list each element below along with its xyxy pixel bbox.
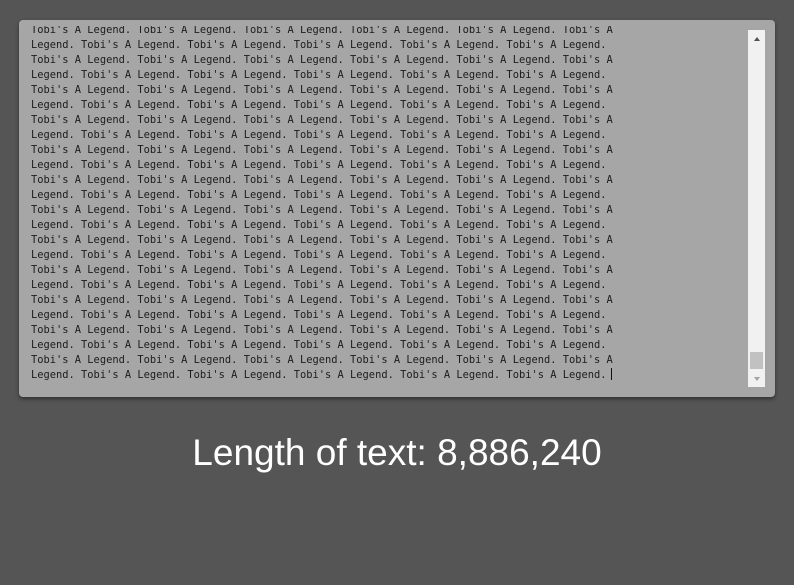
textarea-line-text: Tobi's A Legend. Tobi's A Legend. Tobi's…: [31, 264, 613, 276]
textarea-line-text: Tobi's A Legend. Tobi's A Legend. Tobi's…: [31, 174, 613, 186]
textarea-line-text: Legend. Tobi's A Legend. Tobi's A Legend…: [31, 369, 607, 381]
scroll-down-button[interactable]: [748, 370, 765, 387]
scroll-thumb[interactable]: [750, 352, 763, 369]
textarea-line: Legend. Tobi's A Legend. Tobi's A Legend…: [31, 308, 613, 323]
textarea-line-text: Tobi's A Legend. Tobi's A Legend. Tobi's…: [31, 144, 613, 156]
textarea-line-text: Legend. Tobi's A Legend. Tobi's A Legend…: [31, 309, 607, 321]
textarea-line: Tobi's A Legend. Tobi's A Legend. Tobi's…: [31, 263, 613, 278]
scroll-down-icon: [753, 376, 760, 381]
textarea-line-text: Legend. Tobi's A Legend. Tobi's A Legend…: [31, 249, 607, 261]
textarea-line-text: Legend. Tobi's A Legend. Tobi's A Legend…: [31, 39, 607, 51]
textarea-line: Tobi's A Legend. Tobi's A Legend. Tobi's…: [31, 233, 613, 248]
textarea-line: Tobi's A Legend. Tobi's A Legend. Tobi's…: [31, 353, 613, 368]
textarea-line: Tobi's A Legend. Tobi's A Legend. Tobi's…: [31, 53, 613, 68]
textarea-line: Tobi's A Legend. Tobi's A Legend. Tobi's…: [31, 26, 613, 38]
textarea-line-text: Tobi's A Legend. Tobi's A Legend. Tobi's…: [31, 204, 613, 216]
textarea-line-text: Legend. Tobi's A Legend. Tobi's A Legend…: [31, 339, 607, 351]
textarea-line: Legend. Tobi's A Legend. Tobi's A Legend…: [31, 38, 613, 53]
textarea-line: Tobi's A Legend. Tobi's A Legend. Tobi's…: [31, 113, 613, 128]
textarea-line-text: Legend. Tobi's A Legend. Tobi's A Legend…: [31, 219, 607, 231]
textarea-line-text: Tobi's A Legend. Tobi's A Legend. Tobi's…: [31, 294, 613, 306]
textarea-line: Legend. Tobi's A Legend. Tobi's A Legend…: [31, 68, 613, 83]
textarea-line-text: Legend. Tobi's A Legend. Tobi's A Legend…: [31, 99, 607, 111]
text-length-value: 8,886,240: [437, 432, 602, 473]
textarea-line-text: Legend. Tobi's A Legend. Tobi's A Legend…: [31, 69, 607, 81]
textarea-line: Legend. Tobi's A Legend. Tobi's A Legend…: [31, 98, 613, 113]
scroll-up-icon: [753, 36, 760, 41]
textarea-line: Legend. Tobi's A Legend. Tobi's A Legend…: [31, 278, 613, 293]
textarea-line-text: Tobi's A Legend. Tobi's A Legend. Tobi's…: [31, 84, 613, 96]
textarea-line: Tobi's A Legend. Tobi's A Legend. Tobi's…: [31, 173, 613, 188]
textarea-line: Legend. Tobi's A Legend. Tobi's A Legend…: [31, 248, 613, 263]
textarea-line-text: Tobi's A Legend. Tobi's A Legend. Tobi's…: [31, 354, 613, 366]
textarea-line: Tobi's A Legend. Tobi's A Legend. Tobi's…: [31, 323, 613, 338]
textarea-line: Legend. Tobi's A Legend. Tobi's A Legend…: [31, 218, 613, 233]
textarea-line-text: Legend. Tobi's A Legend. Tobi's A Legend…: [31, 189, 607, 201]
textarea-line-text: Tobi's A Legend. Tobi's A Legend. Tobi's…: [31, 234, 613, 246]
textarea-line: Tobi's A Legend. Tobi's A Legend. Tobi's…: [31, 143, 613, 158]
text-caret: [610, 368, 612, 380]
textarea-line-text: Tobi's A Legend. Tobi's A Legend. Tobi's…: [31, 114, 613, 126]
text-input-panel[interactable]: Tobi's A Legend. Tobi's A Legend. Tobi's…: [19, 20, 775, 397]
textarea-content: Tobi's A Legend. Tobi's A Legend. Tobi's…: [31, 26, 613, 383]
textarea-line-text: Legend. Tobi's A Legend. Tobi's A Legend…: [31, 129, 607, 141]
textarea-line-text: Legend. Tobi's A Legend. Tobi's A Legend…: [31, 159, 607, 171]
textarea-line-text: Tobi's A Legend. Tobi's A Legend. Tobi's…: [31, 54, 613, 66]
textarea-line: Tobi's A Legend. Tobi's A Legend. Tobi's…: [31, 203, 613, 218]
text-length-readout: Length of text: 8,886,240: [0, 430, 794, 476]
textarea-line: Legend. Tobi's A Legend. Tobi's A Legend…: [31, 188, 613, 203]
textarea-line: Legend. Tobi's A Legend. Tobi's A Legend…: [31, 158, 613, 173]
textarea-line: Legend. Tobi's A Legend. Tobi's A Legend…: [31, 128, 613, 143]
textarea-line-text: Tobi's A Legend. Tobi's A Legend. Tobi's…: [31, 324, 613, 336]
textarea-line: Tobi's A Legend. Tobi's A Legend. Tobi's…: [31, 83, 613, 98]
large-textarea[interactable]: Tobi's A Legend. Tobi's A Legend. Tobi's…: [31, 26, 746, 391]
vertical-scrollbar[interactable]: [748, 30, 765, 387]
textarea-line: Legend. Tobi's A Legend. Tobi's A Legend…: [31, 338, 613, 353]
textarea-line-text: Tobi's A Legend. Tobi's A Legend. Tobi's…: [31, 26, 613, 36]
scroll-up-button[interactable]: [748, 30, 765, 47]
textarea-line-text: Legend. Tobi's A Legend. Tobi's A Legend…: [31, 279, 607, 291]
textarea-line: Tobi's A Legend. Tobi's A Legend. Tobi's…: [31, 293, 613, 308]
text-length-prefix: Length of text:: [192, 432, 438, 473]
textarea-line: Legend. Tobi's A Legend. Tobi's A Legend…: [31, 368, 613, 383]
